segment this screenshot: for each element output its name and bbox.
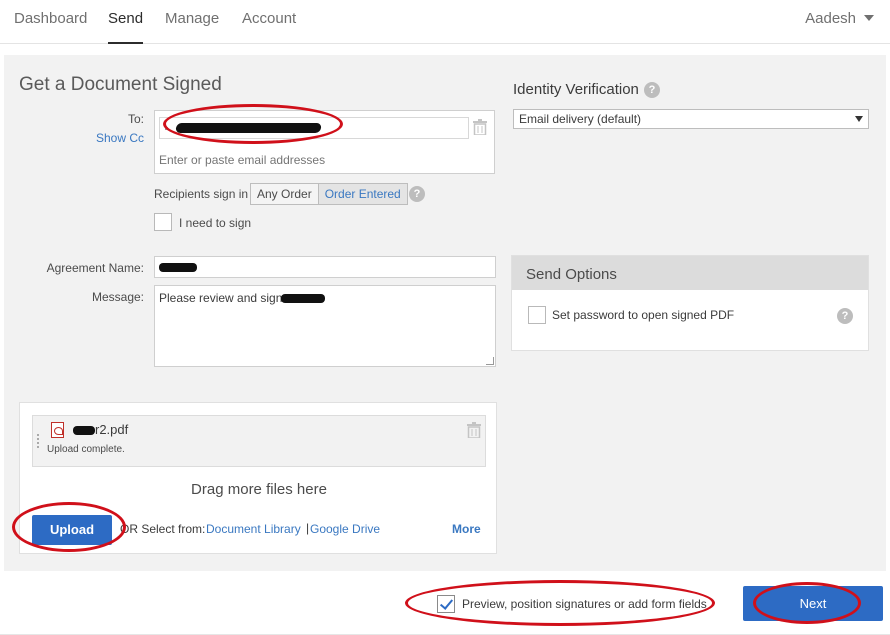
any-order-option[interactable]: Any Order xyxy=(251,184,319,204)
or-select-from-label: OR Select from: xyxy=(120,522,206,536)
password-label: Set password to open signed PDF xyxy=(552,308,735,322)
help-icon[interactable]: ? xyxy=(644,82,660,98)
send-panel: Get a Document Signed To: Show Cc Recipi… xyxy=(4,55,886,571)
resize-handle-icon[interactable] xyxy=(486,357,494,365)
identity-verification-select[interactable]: Email delivery (default) xyxy=(513,109,869,129)
file-name: r2.pdf xyxy=(95,422,129,437)
trash-icon[interactable] xyxy=(473,119,487,135)
password-checkbox[interactable] xyxy=(528,306,546,324)
footer-bar: Preview, position signatures or add form… xyxy=(0,571,890,635)
tab-manage[interactable]: Manage xyxy=(165,10,219,27)
upload-button[interactable]: Upload xyxy=(32,515,112,545)
drag-files-text: Drag more files here xyxy=(191,481,327,498)
dropdown-arrow-icon xyxy=(855,116,863,122)
show-cc-link[interactable]: Show Cc xyxy=(84,131,144,145)
google-drive-link[interactable]: Google Drive xyxy=(310,522,380,536)
to-label: To: xyxy=(127,112,144,126)
tab-dashboard[interactable]: Dashboard xyxy=(14,10,87,27)
drag-handle-icon xyxy=(165,127,168,130)
top-navigation: Dashboard Send Manage Account Aadesh xyxy=(0,0,890,44)
help-icon[interactable]: ? xyxy=(837,308,853,324)
message-text: Please review and sign xyxy=(159,291,283,305)
file-upload-area[interactable]: r2.pdf Upload complete. Drag more files … xyxy=(19,402,497,554)
link-separator: | xyxy=(306,521,310,535)
user-name: Aadesh xyxy=(805,10,856,27)
recipient-email-input[interactable] xyxy=(159,151,479,169)
recipients-sign-in-label: Recipients sign in xyxy=(154,187,249,201)
signing-order-toggle[interactable]: Any Order Order Entered xyxy=(250,183,408,205)
recipient-box[interactable] xyxy=(154,110,495,174)
redacted-email xyxy=(175,123,322,133)
message-textarea[interactable]: Please review and sign xyxy=(154,285,496,367)
agreement-name-input[interactable] xyxy=(154,256,496,278)
user-menu[interactable]: Aadesh xyxy=(805,10,874,27)
tab-account[interactable]: Account xyxy=(242,10,296,27)
redacted-file-name xyxy=(73,426,95,435)
preview-label: Preview, position signatures or add form… xyxy=(462,597,707,611)
send-options-panel: Send Options Set password to open signed… xyxy=(511,255,869,351)
document-library-link[interactable]: Document Library xyxy=(206,522,301,536)
tab-send[interactable]: Send xyxy=(108,10,144,44)
caret-down-icon xyxy=(864,15,874,21)
need-to-sign-label: I need to sign xyxy=(179,216,252,230)
identity-verification-value: Email delivery (default) xyxy=(519,112,642,126)
need-to-sign-checkbox[interactable] xyxy=(154,213,172,231)
drag-handle-icon[interactable] xyxy=(37,434,40,448)
upload-status: Upload complete. xyxy=(47,444,125,455)
redacted-message-part xyxy=(281,294,325,303)
help-icon[interactable]: ? xyxy=(409,186,425,202)
order-entered-option[interactable]: Order Entered xyxy=(318,184,407,204)
more-sources-link[interactable]: More xyxy=(452,522,481,536)
preview-checkbox[interactable] xyxy=(437,595,455,613)
trash-icon[interactable] xyxy=(467,422,481,438)
message-label: Message: xyxy=(91,290,144,304)
page-title: Get a Document Signed xyxy=(19,74,222,95)
agreement-name-label: Agreement Name: xyxy=(46,261,144,275)
next-button[interactable]: Next xyxy=(743,586,883,621)
recipient-email-chip[interactable] xyxy=(159,117,469,139)
identity-verification-title: Identity Verification xyxy=(513,81,639,98)
uploaded-file-item: r2.pdf Upload complete. xyxy=(32,415,486,467)
redacted-agreement-name xyxy=(159,263,197,272)
send-options-title: Send Options xyxy=(512,256,868,290)
pdf-file-icon xyxy=(51,422,64,438)
